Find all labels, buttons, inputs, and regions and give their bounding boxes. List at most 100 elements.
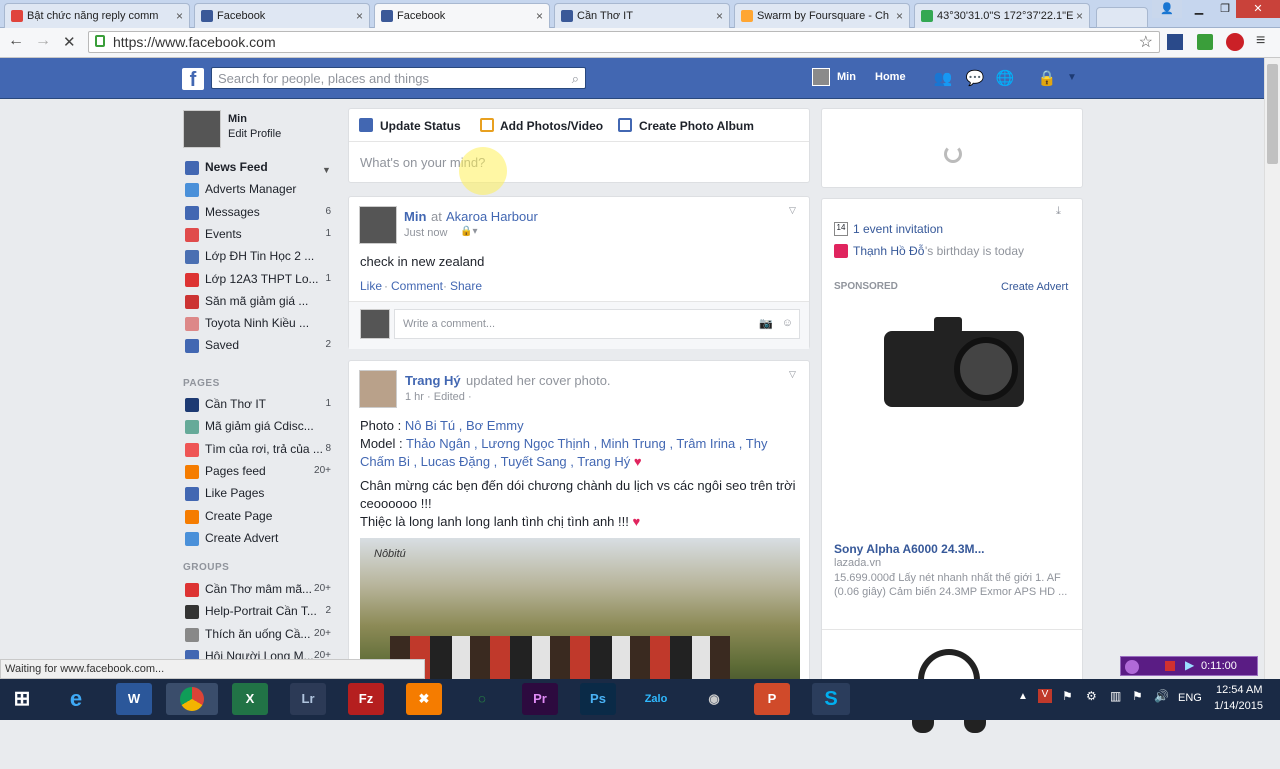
browser-tab[interactable]: 43°30'31.0"S 172°37'22.1"E × [914,3,1090,28]
ad-site[interactable]: lazada.vn [834,557,881,569]
pinterest-icon[interactable] [1226,33,1244,51]
tray-icon[interactable]: ⚑ [1132,689,1143,703]
photoshop-icon[interactable]: Ps [580,683,616,715]
close-icon[interactable]: × [1076,9,1083,23]
back-icon[interactable]: ← [8,32,24,50]
internet-explorer-icon[interactable]: e [58,683,94,715]
sidebar-item[interactable]: Săn mã giảm giá ... [183,294,333,312]
post-author[interactable]: Trang Hý [405,373,461,388]
privacy-lock-icon[interactable]: 🔒 [1037,69,1057,87]
ad-title[interactable]: Sony Alpha A6000 24.3M... [834,542,985,556]
close-icon[interactable]: × [536,9,543,23]
camera-ad-image[interactable] [884,313,1024,417]
tray-icon[interactable]: V [1038,689,1052,703]
chevron-down-icon[interactable]: ▼ [1062,72,1082,90]
create-album-button[interactable]: Create Photo Album [639,119,754,133]
word-icon[interactable]: W [116,683,152,715]
sidebar-item[interactable]: Cần Thơ IT 1 [183,397,333,415]
sidebar-item[interactable]: Like Pages [183,486,333,504]
friend-requests-icon[interactable]: 👥 [933,69,953,87]
start-button[interactable]: ⊞ [4,683,40,715]
forward-icon[interactable]: → [35,32,51,50]
close-icon[interactable]: × [176,9,183,23]
sidebar-item[interactable]: Lớp ĐH Tin Học 2 ... [183,249,333,267]
sidebar-item[interactable]: Pages feed 20+ [183,464,333,482]
messages-icon[interactable]: 💬 [965,69,985,87]
author-avatar[interactable] [359,206,397,244]
emoji-icon[interactable]: ☺ [782,317,793,329]
profile-avatar[interactable] [183,110,221,148]
play-icon[interactable]: ▶ [1185,658,1194,672]
edit-profile-link[interactable]: Edit Profile [228,128,281,140]
browser-tab[interactable]: Facebook × [194,3,370,28]
app-icon[interactable]: ◌ [464,683,500,715]
cover-photo[interactable]: Nôbitú [360,538,800,689]
scrollbar-thumb[interactable] [1267,64,1278,164]
chevron-up-icon[interactable]: ▲ [1018,691,1028,702]
privacy-lock-icon[interactable]: 🔒▾ [460,226,477,237]
author-avatar[interactable] [359,370,397,408]
zalo-icon[interactable]: Zalo [638,683,674,715]
search-icon[interactable]: ⌕ [572,71,579,87]
sidebar-item[interactable]: Saved 2 [183,338,333,356]
download-icon[interactable]: ⤓ [1056,205,1061,218]
sidebar-item[interactable]: Create Page [183,509,333,527]
powerpoint-icon[interactable]: P [754,683,790,715]
tray-icon[interactable]: ⚙ [1086,689,1097,703]
chrome-icon[interactable] [166,683,218,715]
sidebar-item[interactable]: News Feed [183,160,333,178]
sidebar-item[interactable]: Toyota Ninh Kiều ... [183,316,333,334]
close-icon[interactable]: × [716,9,723,23]
event-invitation-link[interactable]: 1 event invitation [853,222,943,236]
lightroom-icon[interactable]: Lr [290,683,326,715]
xampp-icon[interactable]: ✖ [406,683,442,715]
sidebar-item[interactable]: Lớp 12A3 THPT Lo... 1 [183,272,333,290]
profile-name[interactable]: Min [228,113,247,125]
post-author[interactable]: Min [404,209,426,224]
menu-icon[interactable]: ≡ [1256,32,1265,50]
premiere-icon[interactable]: Pr [522,683,558,715]
language-indicator[interactable]: ENG [1178,692,1202,704]
user-icon[interactable]: 👤 [1152,0,1182,18]
browser-tab[interactable]: Cần Thơ IT × [554,3,730,28]
birthday-name-link[interactable]: Thạnh Hồ Đỗ [853,244,924,258]
create-advert-link[interactable]: Create Advert [1001,281,1068,293]
chevron-down-icon[interactable]: ▽ [789,369,796,380]
extension-icon[interactable] [1167,34,1183,50]
flag-icon[interactable]: ⚑ [1062,689,1073,703]
stop-icon[interactable]: ✕ [63,33,76,51]
comment-input[interactable]: Write a comment... 📷 ☺ [394,309,800,339]
sidebar-item[interactable]: Cần Thơ mâm mã... 20+ [183,582,333,600]
filezilla-icon[interactable]: Fz [348,683,384,715]
scrollbar[interactable] [1264,58,1280,679]
comment-link[interactable]: Comment [391,279,443,293]
share-link[interactable]: Share [450,279,482,293]
excel-icon[interactable]: X [232,683,268,715]
like-link[interactable]: Like [360,279,382,293]
browser-tab[interactable]: Bật chức năng reply comm × [4,3,190,28]
update-status-button[interactable]: Update Status [380,119,461,133]
add-photos-button[interactable]: Add Photos/Video [500,119,603,133]
browser-tab-active[interactable]: Facebook × [374,3,550,28]
network-icon[interactable]: ▥ [1110,689,1121,703]
sidebar-item[interactable]: Help-Portrait Cần T... 2 [183,604,333,622]
sidebar-item[interactable]: Events 1 [183,227,333,245]
sidebar-item[interactable]: Thích ăn uống Cầ... 20+ [183,627,333,645]
close-window-button[interactable]: ✕ [1236,0,1280,18]
avatar[interactable] [812,68,830,86]
post-time[interactable]: Just now [404,227,447,239]
home-link[interactable]: Home [875,71,906,83]
post-time[interactable]: 1 hr · Edited · [405,391,472,403]
new-tab-button[interactable] [1096,7,1148,28]
sidebar-item[interactable]: Create Advert [183,531,333,549]
browser-tab[interactable]: Swarm by Foursquare - Ch × [734,3,910,28]
sidebar-item[interactable]: Tìm của rơi, trả của ... 8 [183,442,333,460]
chevron-down-icon[interactable]: ▽ [789,205,796,216]
close-icon[interactable]: × [356,9,363,23]
skype-icon[interactable]: S [812,683,850,715]
recorder-widget[interactable]: ▶ 0:11:00 [1120,656,1258,676]
address-bar[interactable]: https://www.facebook.com ☆ [88,31,1160,53]
stop-icon[interactable] [1165,661,1175,671]
extension-icon[interactable] [1197,34,1213,50]
sidebar-item[interactable]: Mã giảm giá Cdisc... [183,419,333,437]
